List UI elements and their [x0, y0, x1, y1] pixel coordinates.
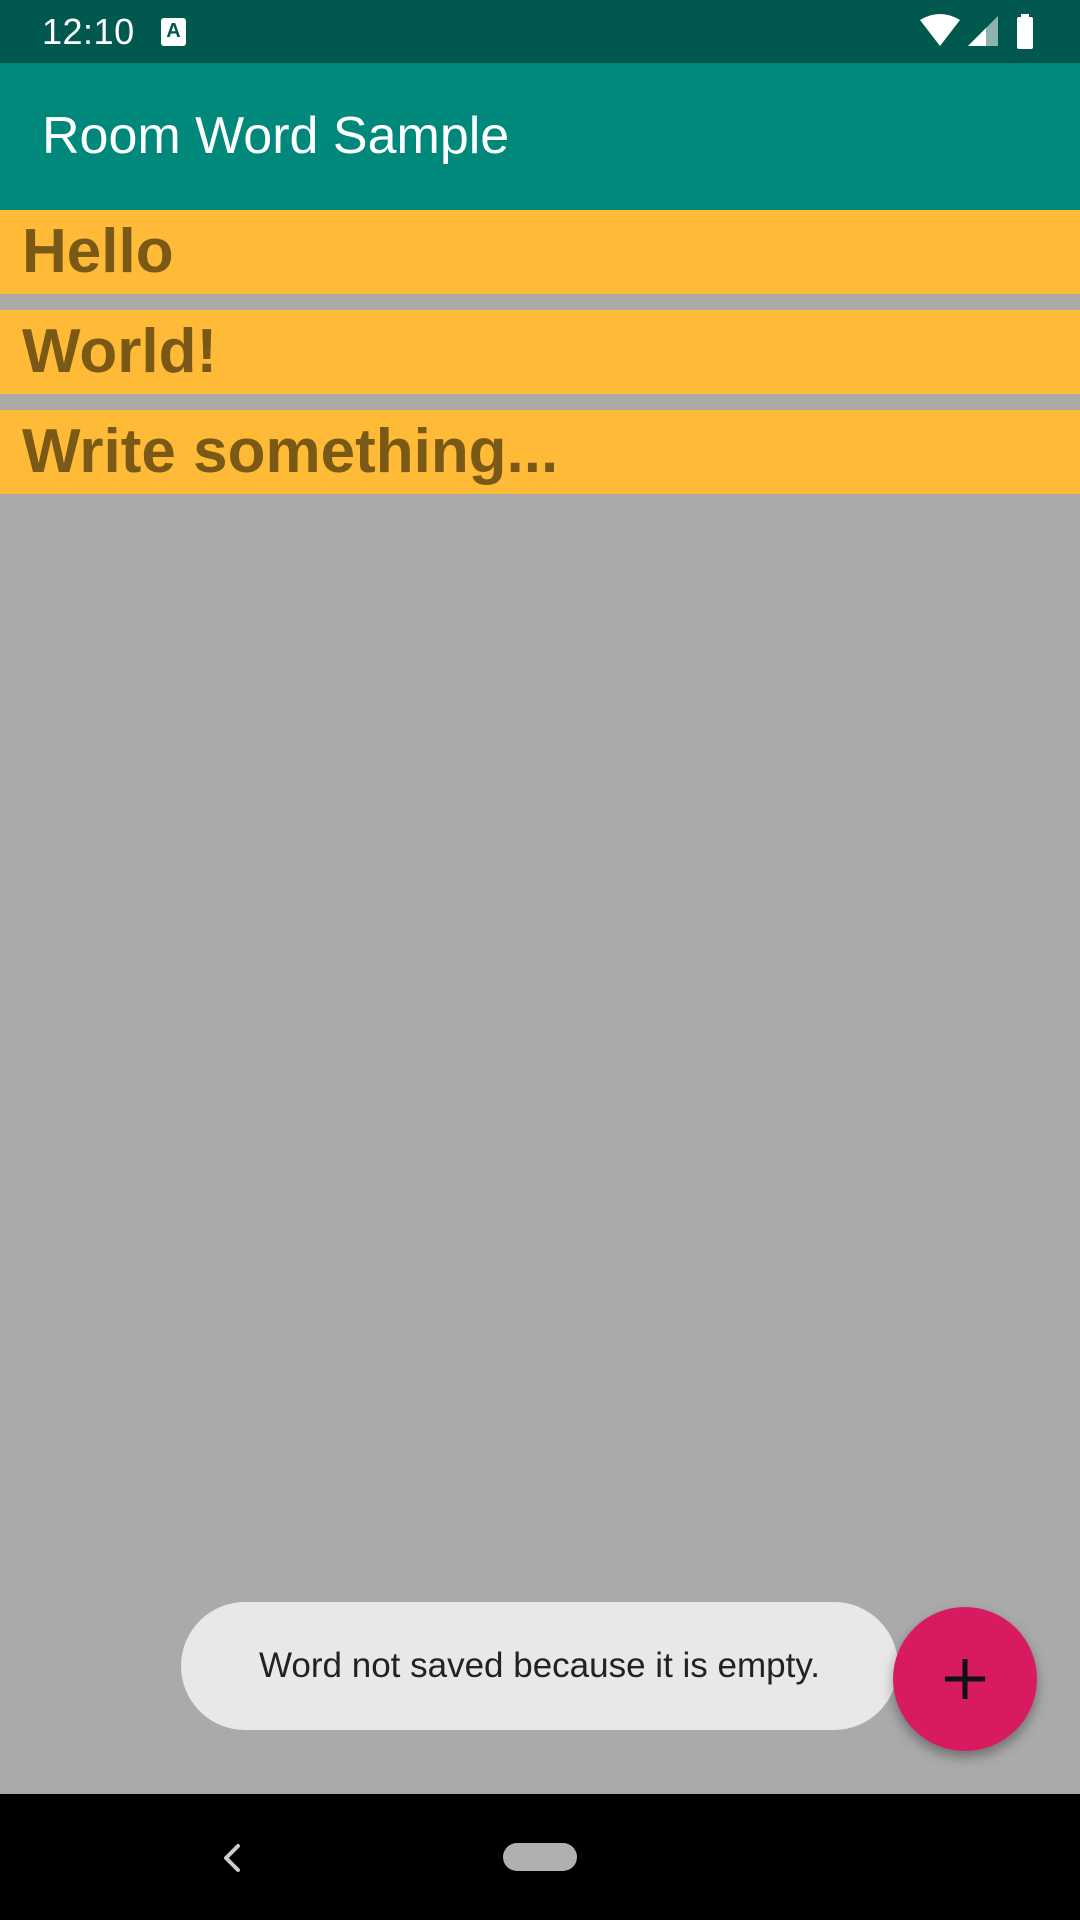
status-bar: 12:10 A	[0, 0, 1080, 63]
app-bar: Room Word Sample	[0, 63, 1080, 210]
battery-icon	[1017, 14, 1033, 49]
toast-message: Word not saved because it is empty.	[259, 1646, 820, 1685]
toast: Word not saved because it is empty.	[181, 1602, 898, 1730]
list-item[interactable]: World!	[0, 310, 1080, 394]
list-item[interactable]: Hello	[0, 210, 1080, 294]
back-icon[interactable]	[218, 1838, 248, 1878]
word-list: Hello World! Write something...	[0, 210, 1080, 510]
app-title: Room Word Sample	[42, 107, 510, 165]
plus-icon	[945, 1659, 985, 1699]
cell-signal-icon	[968, 16, 998, 46]
home-pill-icon[interactable]	[503, 1843, 577, 1871]
list-item[interactable]: Write something...	[0, 410, 1080, 494]
wifi-icon	[920, 14, 960, 46]
status-time: 12:10	[42, 11, 135, 52]
a-notification-icon: A	[161, 18, 186, 46]
status-icons	[920, 14, 1040, 50]
add-word-button[interactable]	[893, 1607, 1037, 1751]
